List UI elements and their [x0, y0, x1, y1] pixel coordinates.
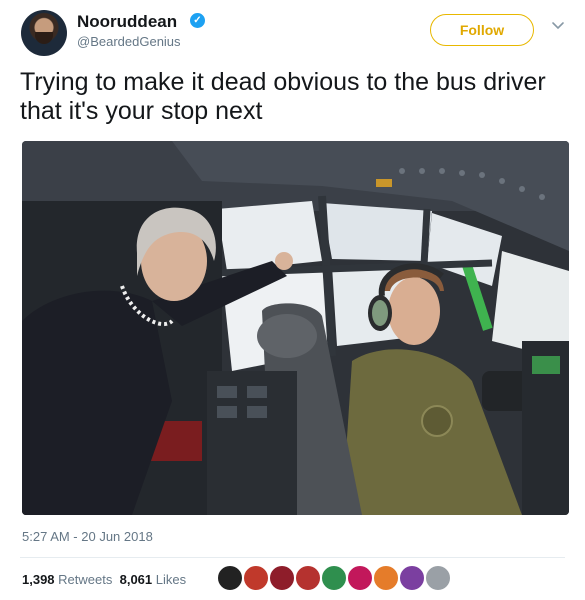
likes-label[interactable]: Likes	[156, 572, 186, 587]
stats-divider	[20, 557, 565, 558]
follow-button[interactable]: Follow	[430, 14, 534, 46]
tweet-stats: 1,398 Retweets 8,061 Likes	[22, 572, 186, 587]
verified-badge-icon: ✓	[190, 13, 205, 28]
chevron-down-icon[interactable]	[551, 19, 565, 33]
liker-avatar[interactable]	[399, 565, 425, 591]
liker-avatar[interactable]	[217, 565, 243, 591]
tweet-timestamp[interactable]: 5:27 AM - 20 Jun 2018	[22, 529, 153, 544]
liker-avatar[interactable]	[373, 565, 399, 591]
author-handle[interactable]: @BeardedGenius	[77, 34, 181, 49]
liker-avatar[interactable]	[347, 565, 373, 591]
cockpit-image	[22, 141, 569, 515]
liker-avatar[interactable]	[243, 565, 269, 591]
author-avatar[interactable]	[21, 10, 67, 56]
liker-avatar[interactable]	[425, 565, 451, 591]
retweets-label[interactable]: Retweets	[58, 572, 112, 587]
tweet-photo[interactable]	[22, 141, 569, 515]
liker-avatar[interactable]	[321, 565, 347, 591]
tweet-text: Trying to make it dead obvious to the bu…	[20, 68, 546, 125]
author-name[interactable]: Nooruddean	[77, 12, 177, 32]
liker-avatar[interactable]	[295, 565, 321, 591]
likes-count[interactable]: 8,061	[120, 572, 153, 587]
retweets-count[interactable]: 1,398	[22, 572, 55, 587]
liker-avatar[interactable]	[269, 565, 295, 591]
